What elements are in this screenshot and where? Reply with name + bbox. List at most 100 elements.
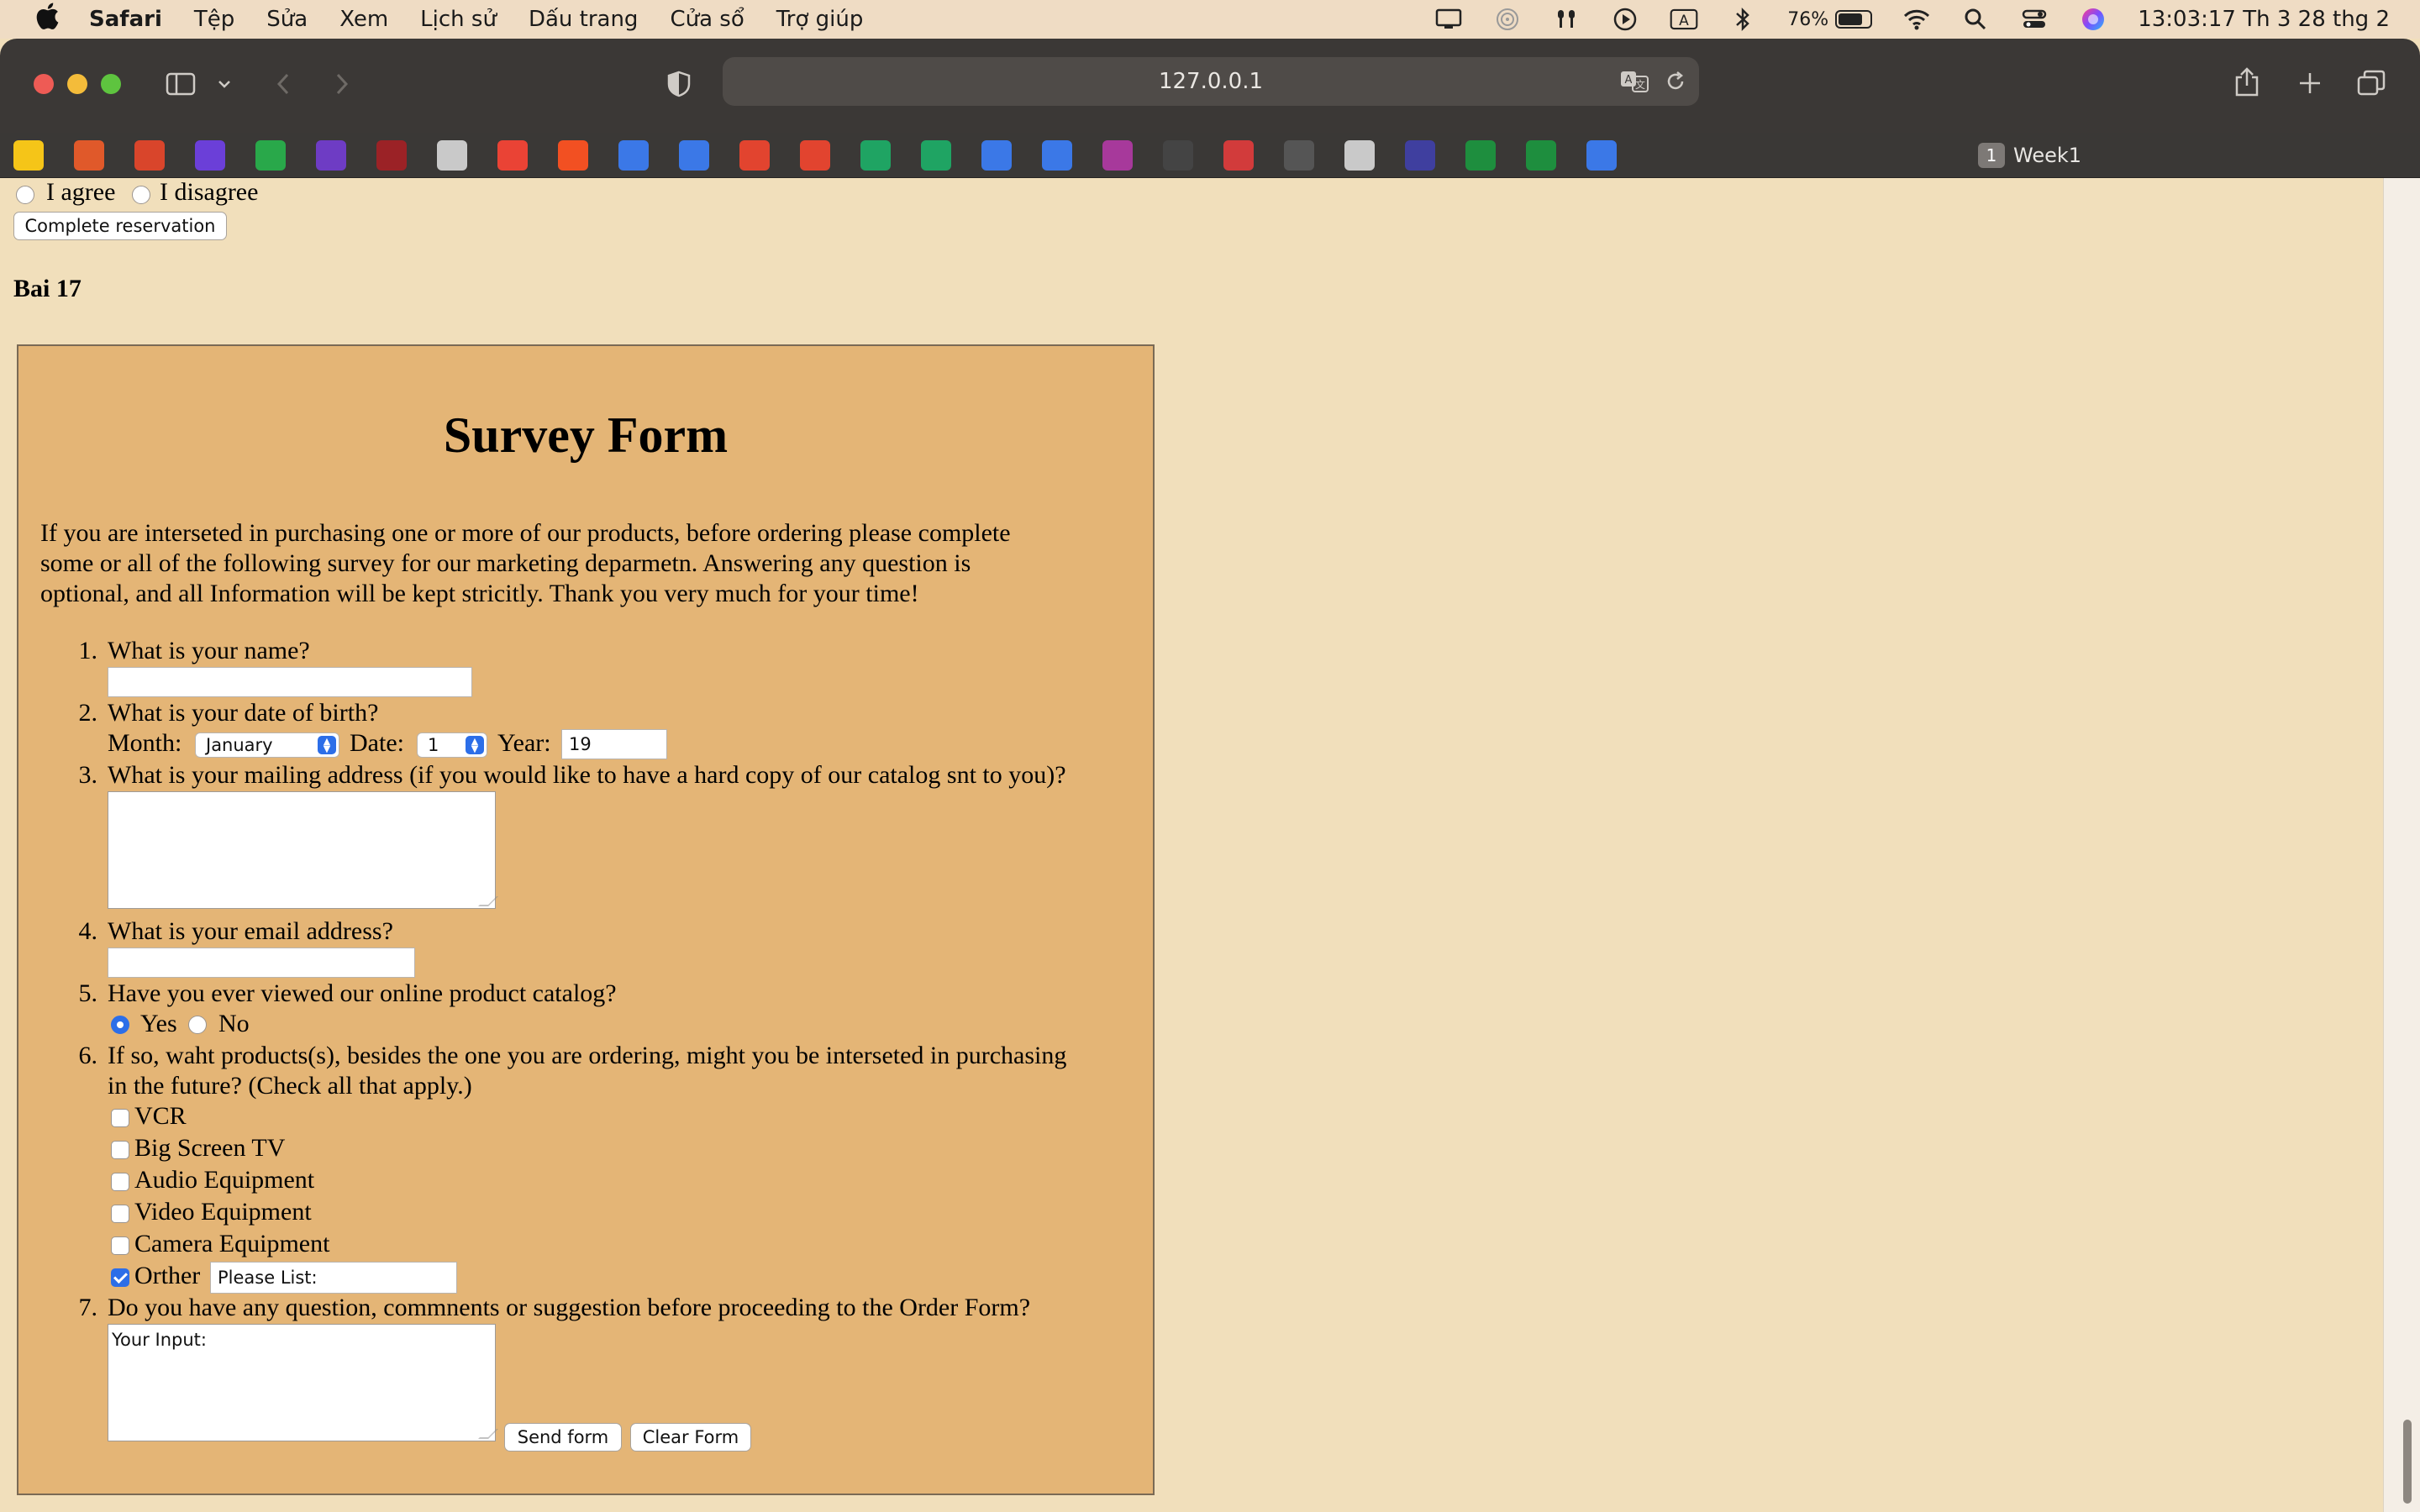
send-form-button[interactable]: Send form xyxy=(504,1423,622,1452)
bookmark-icon[interactable] xyxy=(376,140,407,171)
bookmark-icon[interactable] xyxy=(134,140,165,171)
share-icon[interactable] xyxy=(2230,66,2264,99)
menu-edit[interactable]: Sửa xyxy=(266,7,308,32)
bookmark-icon[interactable] xyxy=(13,140,44,171)
minimize-window-button[interactable] xyxy=(67,74,87,94)
resize-grip-icon[interactable] xyxy=(478,1429,498,1439)
video-equipment-label: Video Equipment xyxy=(134,1198,312,1226)
chevron-down-icon[interactable] xyxy=(215,72,234,96)
siri-icon[interactable] xyxy=(2079,7,2107,32)
menu-file[interactable]: Tệp xyxy=(194,7,234,32)
disagree-radio[interactable] xyxy=(132,186,150,204)
bookmark-icon[interactable] xyxy=(679,140,709,171)
play-icon[interactable] xyxy=(1611,7,1639,32)
bookmark-icon[interactable] xyxy=(1042,140,1072,171)
bookmark-icon[interactable] xyxy=(316,140,346,171)
tab-overview-icon[interactable] xyxy=(2354,67,2388,99)
wifi-icon[interactable] xyxy=(1902,7,1931,32)
menu-view[interactable]: Xem xyxy=(339,7,388,32)
bluetooth-icon[interactable] xyxy=(1728,7,1757,32)
address-bar[interactable]: 127.0.0.1 A文 xyxy=(723,57,1699,106)
menu-window[interactable]: Cửa sổ xyxy=(670,7,744,32)
date-select[interactable]: 1 ▲ ▼ xyxy=(417,732,487,758)
airdrop-icon[interactable] xyxy=(1493,7,1522,32)
zoom-window-button[interactable] xyxy=(101,74,121,94)
control-center-icon[interactable] xyxy=(2020,7,2049,32)
address-textarea[interactable] xyxy=(108,791,498,909)
menu-help[interactable]: Trợ giúp xyxy=(776,7,864,32)
yes-radio[interactable] xyxy=(111,1016,129,1034)
spotlight-search-icon[interactable] xyxy=(1961,7,1990,32)
scrollbar-thumb[interactable] xyxy=(2403,1420,2412,1504)
other-input[interactable]: Please List: xyxy=(210,1262,457,1294)
bookmark-icon[interactable] xyxy=(437,140,467,171)
question-number: 5. xyxy=(78,979,98,1007)
privacy-shield-icon[interactable] xyxy=(664,69,694,99)
no-radio[interactable] xyxy=(188,1016,207,1034)
bookmark-icon[interactable] xyxy=(255,140,286,171)
bookmark-icon[interactable] xyxy=(1223,140,1254,171)
close-window-button[interactable] xyxy=(34,74,54,94)
bookmark-icon[interactable] xyxy=(981,140,1012,171)
battery-indicator[interactable]: 76% xyxy=(1787,8,1873,30)
camera-equipment-checkbox[interactable] xyxy=(111,1236,129,1255)
bookmark-icon[interactable] xyxy=(558,140,588,171)
forward-icon[interactable] xyxy=(329,71,355,97)
apple-menu-icon[interactable] xyxy=(30,2,64,37)
bookmark-icon[interactable] xyxy=(1586,140,1617,171)
tab-group[interactable]: 1 Week1 xyxy=(1978,139,2081,171)
bookmark-icon[interactable] xyxy=(921,140,951,171)
name-input[interactable] xyxy=(108,667,472,697)
audio-equipment-checkbox[interactable] xyxy=(111,1173,129,1191)
bookmark-icon[interactable] xyxy=(1102,140,1133,171)
complete-reservation-button[interactable]: Complete reservation xyxy=(13,212,227,240)
year-input[interactable]: 19 xyxy=(561,729,667,759)
agree-radio[interactable] xyxy=(16,186,34,204)
vertical-scrollbar[interactable] xyxy=(2383,178,2420,1512)
comments-value: Your Input: xyxy=(112,1330,207,1350)
bookmark-icon[interactable] xyxy=(497,140,528,171)
bookmark-icon[interactable] xyxy=(1465,140,1496,171)
bookmark-icon[interactable] xyxy=(1284,140,1314,171)
bookmark-icon[interactable] xyxy=(1163,140,1193,171)
bookmark-icon[interactable] xyxy=(860,140,891,171)
bookmark-icon[interactable] xyxy=(739,140,770,171)
resize-grip-icon[interactable] xyxy=(478,896,498,906)
date-value: 1 xyxy=(428,735,439,755)
video-equipment-checkbox[interactable] xyxy=(111,1205,129,1223)
input-source-icon[interactable]: A xyxy=(1670,7,1698,32)
battery-percent: 76% xyxy=(1787,8,1829,30)
translate-icon[interactable]: A文 xyxy=(1618,69,1652,94)
back-icon[interactable] xyxy=(271,71,296,97)
bookmark-icon[interactable] xyxy=(1526,140,1556,171)
status-area: A 76% 13:03:17 Th 3 28 thg 2 xyxy=(1434,0,2420,39)
month-select[interactable]: January ▲ ▼ xyxy=(195,732,339,758)
airpods-icon[interactable] xyxy=(1552,7,1581,32)
vcr-checkbox[interactable] xyxy=(111,1109,129,1127)
agree-label: I agree xyxy=(46,178,116,206)
menu-bookmarks[interactable]: Dấu trang xyxy=(529,7,639,32)
email-input[interactable] xyxy=(108,948,415,978)
comments-textarea[interactable]: Your Input: xyxy=(108,1324,498,1441)
question-number: 4. xyxy=(78,917,98,945)
bookmark-icon[interactable] xyxy=(1344,140,1375,171)
other-label: Orther xyxy=(134,1262,201,1289)
sidebar-toggle-icon[interactable] xyxy=(163,69,198,99)
menu-history[interactable]: Lịch sử xyxy=(420,7,497,32)
menubar-clock[interactable]: 13:03:17 Th 3 28 thg 2 xyxy=(2138,7,2390,32)
big-screen-tv-checkbox[interactable] xyxy=(111,1141,129,1159)
menu-app-name[interactable]: Safari xyxy=(89,7,162,32)
bookmark-icon[interactable] xyxy=(195,140,225,171)
bookmark-icon[interactable] xyxy=(618,140,649,171)
bookmark-icon[interactable] xyxy=(1405,140,1435,171)
new-tab-icon[interactable] xyxy=(2294,67,2326,99)
disagree-label: I disagree xyxy=(160,178,259,206)
bookmark-icon[interactable] xyxy=(800,140,830,171)
other-checkbox[interactable] xyxy=(111,1268,129,1287)
intro-line-3: optional, and all Information will be ke… xyxy=(40,580,919,607)
bookmark-icon[interactable] xyxy=(74,140,104,171)
clear-form-button[interactable]: Clear Form xyxy=(630,1423,751,1452)
question-products-line-2: in the future? (Check all that apply.) xyxy=(108,1072,472,1100)
display-icon[interactable] xyxy=(1434,7,1463,32)
reload-icon[interactable] xyxy=(1664,70,1687,93)
